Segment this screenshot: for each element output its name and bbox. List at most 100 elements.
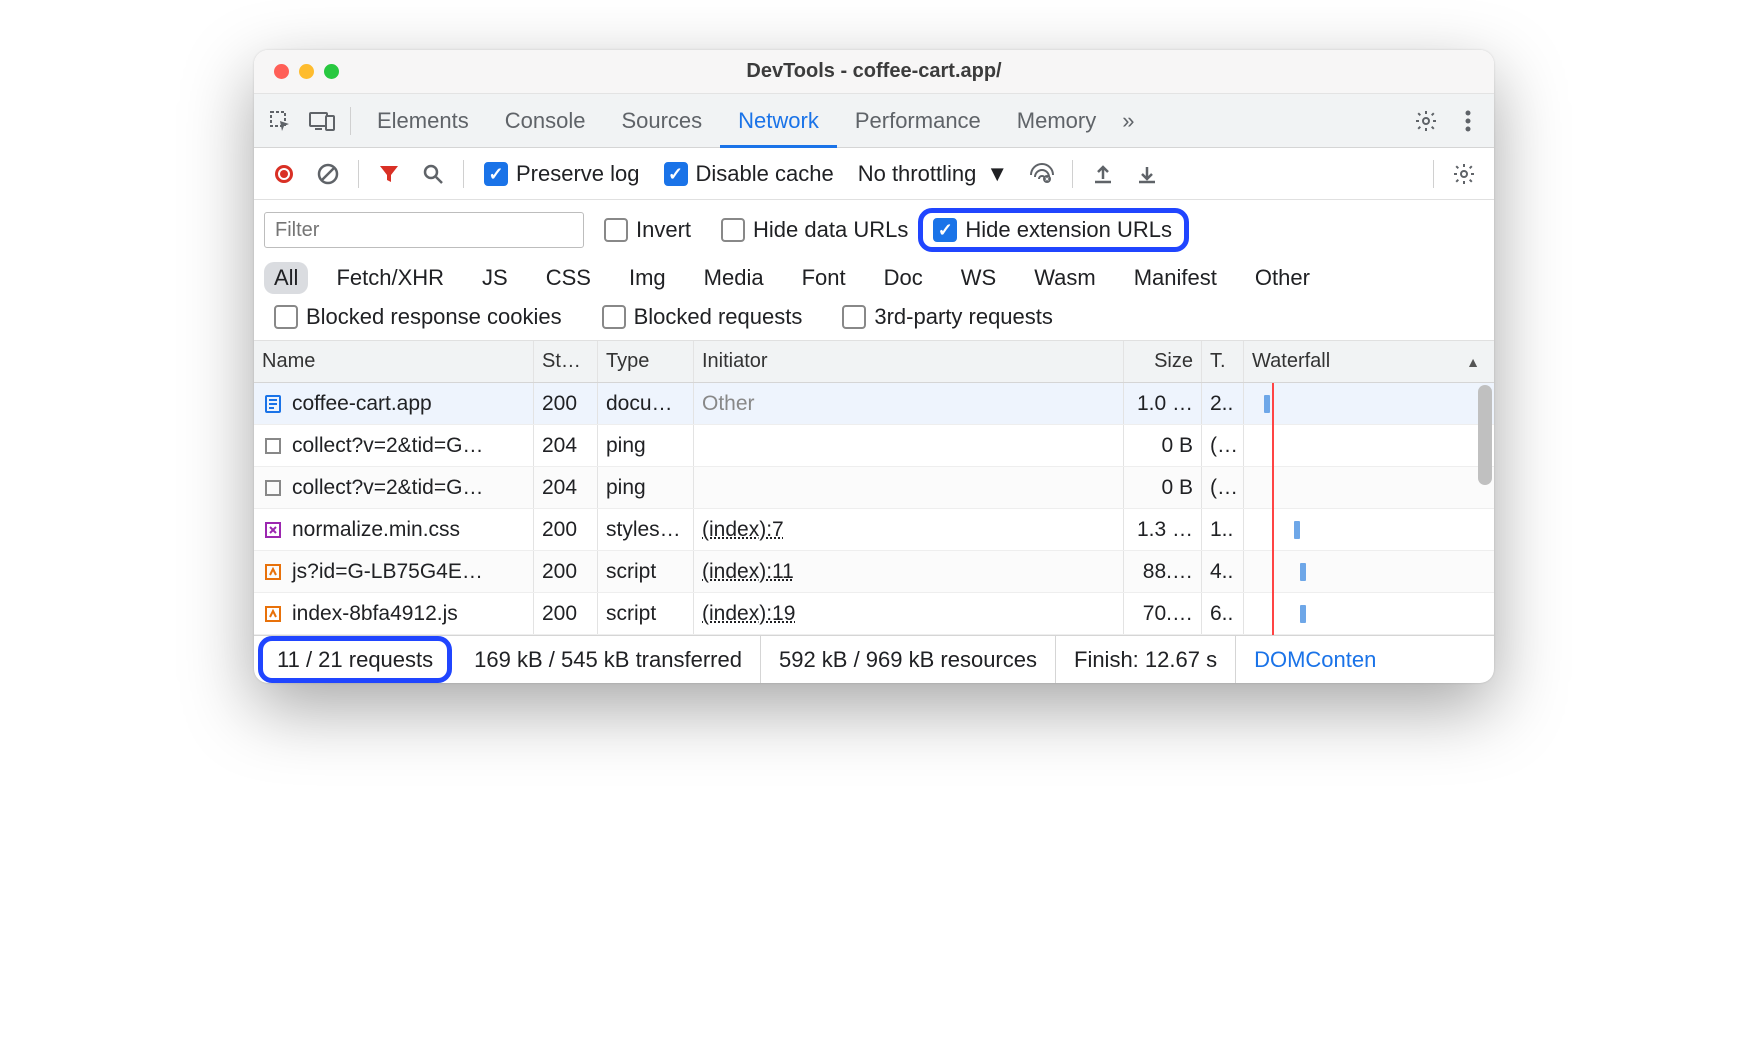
divider [350,107,351,135]
invert-checkbox[interactable]: Invert [594,217,701,243]
status-cell: 200 [534,551,598,592]
inspect-icon[interactable] [260,101,300,141]
blocked-cookies-checkbox[interactable]: Blocked response cookies [264,304,572,330]
file-type-icon [262,393,284,415]
third-party-label: 3rd-party requests [874,304,1053,330]
col-type[interactable]: Type [598,341,694,382]
requests-count: 11 / 21 requests [277,647,433,673]
type-fetch-xhr[interactable]: Fetch/XHR [326,262,454,294]
type-all[interactable]: All [264,262,308,294]
type-cell: script [598,593,694,634]
file-type-icon [262,519,284,541]
waterfall-bar [1300,605,1306,623]
hide-data-urls-checkbox[interactable]: Hide data URLs [711,217,908,243]
table-row[interactable]: index-8bfa4912.js200script(index):1970.…… [254,593,1494,635]
hide-extension-urls-checkbox[interactable]: Hide extension URLs [929,217,1176,243]
device-toggle-icon[interactable] [302,101,342,141]
initiator-link[interactable]: (index):7 [702,518,784,542]
type-ws[interactable]: WS [951,262,1006,294]
network-toolbar: Preserve log Disable cache No throttling… [254,148,1494,200]
chevron-down-icon: ▼ [986,161,1008,187]
request-name: normalize.min.css [292,518,460,542]
table-row[interactable]: coffee-cart.app200docu…Other1.0 …2.. [254,383,1494,425]
type-wasm[interactable]: Wasm [1024,262,1106,294]
preserve-log-checkbox[interactable]: Preserve log [474,161,650,187]
request-name: index-8bfa4912.js [292,602,458,626]
initiator-link[interactable]: (index):11 [702,560,794,584]
type-cell: docu… [598,383,694,424]
settings-gear-icon[interactable] [1406,101,1446,141]
clear-icon[interactable] [308,154,348,194]
file-type-icon [262,603,284,625]
col-status[interactable]: St… [534,341,598,382]
request-name: collect?v=2&tid=G… [292,476,483,500]
col-initiator[interactable]: Initiator [694,341,1124,382]
checkbox-checked-icon [933,218,957,242]
disable-cache-label: Disable cache [696,161,834,187]
col-name[interactable]: Name [254,341,534,382]
type-other[interactable]: Other [1245,262,1320,294]
filter-input[interactable] [264,212,584,248]
zoom-icon[interactable] [324,64,339,79]
filter-icon[interactable] [369,154,409,194]
type-img[interactable]: Img [619,262,676,294]
hide-extension-urls-label: Hide extension URLs [965,217,1172,243]
size-cell: 70.… [1124,593,1202,634]
network-conditions-icon[interactable] [1022,154,1062,194]
type-cell: styles… [598,509,694,550]
status-cell: 204 [534,467,598,508]
blocked-requests-checkbox[interactable]: Blocked requests [592,304,813,330]
devtools-window: DevTools - coffee-cart.app/ Elements Con… [254,50,1494,683]
time-cell: 1.. [1202,509,1244,550]
domcontentloaded-link[interactable]: DOMConten [1236,636,1394,683]
divider [1072,160,1073,188]
table-row[interactable]: collect?v=2&tid=G…204ping0 B(… [254,467,1494,509]
table-row[interactable]: js?id=G-LB75G4E…200script(index):1188.…4… [254,551,1494,593]
blocked-requests-label: Blocked requests [634,304,803,330]
upload-har-icon[interactable] [1083,154,1123,194]
type-media[interactable]: Media [694,262,774,294]
scrollbar[interactable] [1478,385,1492,485]
tab-performance[interactable]: Performance [837,94,999,148]
initiator-link[interactable]: (index):19 [702,602,795,626]
search-icon[interactable] [413,154,453,194]
panel-tabs-row: Elements Console Sources Network Perform… [254,94,1494,148]
record-button[interactable] [264,154,304,194]
throttling-select[interactable]: No throttling ▼ [848,157,1018,191]
size-cell: 1.3 … [1124,509,1202,550]
col-size[interactable]: Size [1124,341,1202,382]
close-icon[interactable] [274,64,289,79]
type-js[interactable]: JS [472,262,518,294]
type-manifest[interactable]: Manifest [1124,262,1227,294]
col-waterfall-label: Waterfall [1252,350,1330,373]
more-tabs-button[interactable]: » [1114,94,1142,148]
kebab-menu-icon[interactable] [1448,101,1488,141]
type-font[interactable]: Font [792,262,856,294]
minimize-icon[interactable] [299,64,314,79]
disable-cache-checkbox[interactable]: Disable cache [654,161,844,187]
col-waterfall[interactable]: Waterfall ▲ [1244,341,1494,382]
tab-network[interactable]: Network [720,94,837,148]
type-css[interactable]: CSS [536,262,601,294]
traffic-lights [254,64,339,79]
col-time[interactable]: T. [1202,341,1244,382]
table-row[interactable]: normalize.min.css200styles…(index):71.3 … [254,509,1494,551]
file-type-icon [262,435,284,457]
finish-time: Finish: 12.67 s [1056,636,1236,683]
network-settings-gear-icon[interactable] [1444,154,1484,194]
third-party-checkbox[interactable]: 3rd-party requests [832,304,1063,330]
type-cell: ping [598,467,694,508]
tab-sources[interactable]: Sources [603,94,720,148]
resources-size: 592 kB / 969 kB resources [761,636,1056,683]
hide-extension-urls-highlight: Hide extension URLs [918,208,1189,252]
type-doc[interactable]: Doc [874,262,933,294]
tab-console[interactable]: Console [487,94,604,148]
blocked-cookies-label: Blocked response cookies [306,304,562,330]
download-har-icon[interactable] [1127,154,1167,194]
window-title: DevTools - coffee-cart.app/ [254,60,1494,83]
tab-elements[interactable]: Elements [359,94,487,148]
request-name: coffee-cart.app [292,392,432,416]
table-row[interactable]: collect?v=2&tid=G…204ping0 B(… [254,425,1494,467]
time-cell: (… [1202,467,1244,508]
tab-memory[interactable]: Memory [999,94,1114,148]
